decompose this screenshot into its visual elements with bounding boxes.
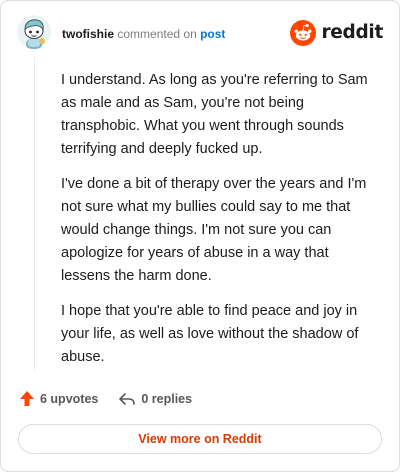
reply-count: 0 replies bbox=[141, 391, 193, 406]
post-link[interactable]: post bbox=[200, 27, 225, 41]
comment-paragraph: I've done a bit of therapy over the year… bbox=[61, 176, 367, 284]
thread-line bbox=[34, 57, 35, 370]
comment-actions: 6 upvotes 0 replies bbox=[19, 390, 192, 407]
comment-header: twofishie commented on post bbox=[62, 27, 225, 41]
action-text: commented on bbox=[117, 27, 197, 41]
comment-body: I understand. As long as you're referrin… bbox=[61, 69, 379, 381]
avatar-image bbox=[17, 15, 51, 49]
reddit-snoo-icon bbox=[290, 20, 317, 46]
upvote-arrow-icon bbox=[20, 391, 34, 406]
avatar[interactable] bbox=[17, 15, 51, 49]
comment-paragraph: I hope that you're able to find peace an… bbox=[61, 303, 359, 365]
username[interactable]: twofishie bbox=[62, 27, 114, 41]
reddit-brand[interactable]: reddit bbox=[290, 20, 383, 46]
upvote-button[interactable]: 6 upvotes bbox=[19, 390, 98, 407]
comment-paragraph: I understand. As long as you're referrin… bbox=[61, 72, 368, 157]
comment-embed-card: twofishie commented on post reddit I und… bbox=[0, 0, 400, 472]
upvote-count: 6 upvotes bbox=[40, 391, 99, 406]
reddit-wordmark: reddit bbox=[321, 22, 383, 43]
view-more-button[interactable]: View more on Reddit bbox=[18, 424, 382, 454]
reply-button[interactable]: 0 replies bbox=[118, 391, 192, 407]
reply-arrow-icon bbox=[119, 392, 136, 405]
